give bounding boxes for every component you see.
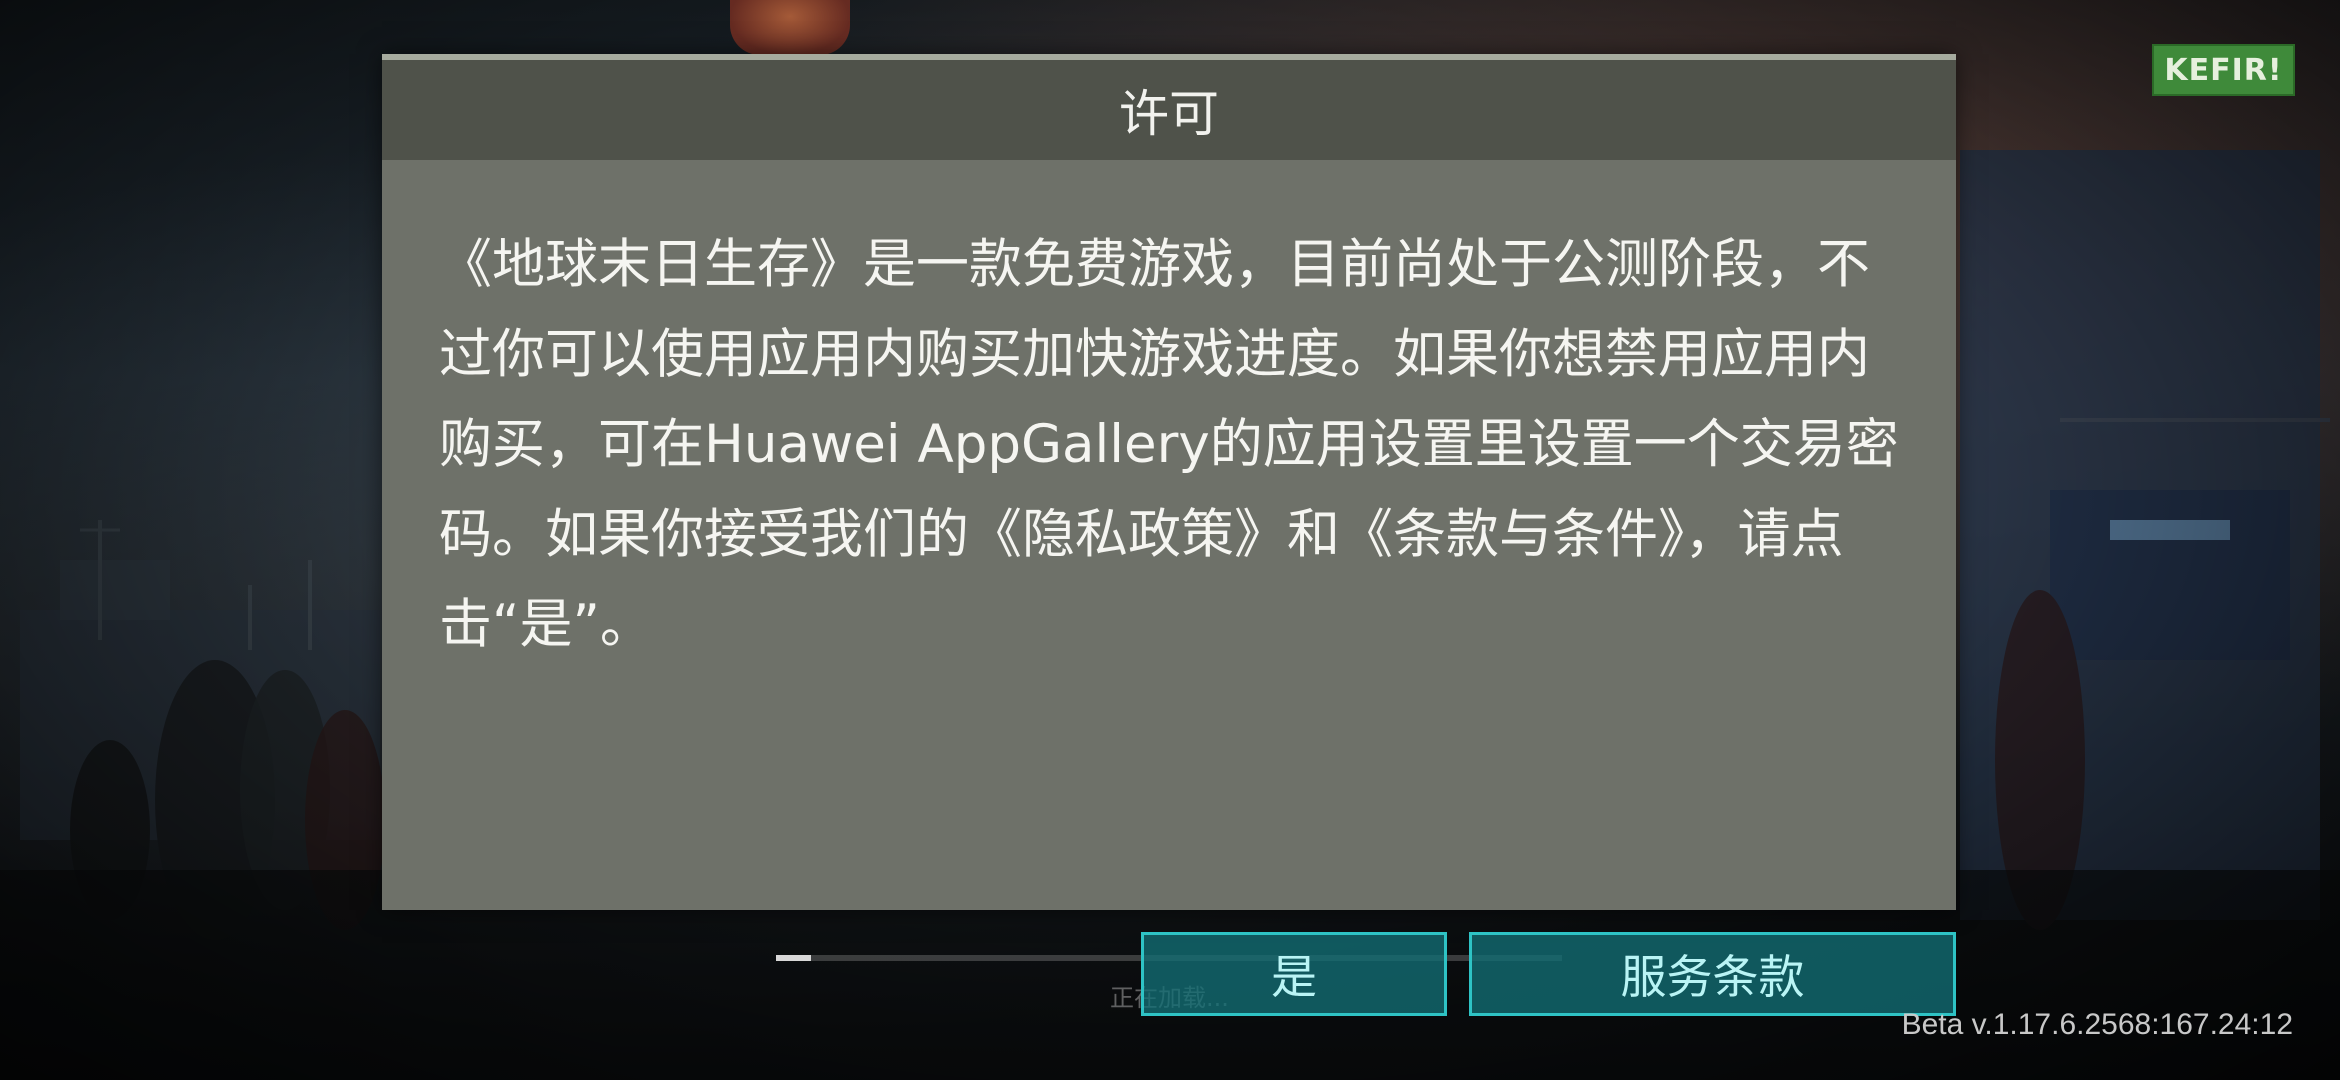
- loading-progress-fill: [776, 955, 812, 961]
- kefir-logo: KEFIR!: [2152, 44, 2295, 96]
- dialog-title: 许可: [1119, 85, 1219, 143]
- dialog-header: 许可: [382, 60, 1956, 160]
- game-screen: KEFIR! 许可 《地球末日生存》是一款免费游戏，目前尚处于公测阶段，不过你可…: [0, 0, 2340, 1080]
- version-label: Beta v.1.17.6.2568:167.24:12: [1901, 1008, 2293, 1041]
- permission-dialog: 许可 《地球末日生存》是一款免费游戏，目前尚处于公测阶段，不过你可以使用应用内购…: [382, 54, 1956, 910]
- terms-of-service-button[interactable]: 服务条款: [1469, 932, 1956, 1016]
- neon-sign: [730, 0, 850, 55]
- dialog-body-text: 《地球末日生存》是一款免费游戏，目前尚处于公测阶段，不过你可以使用应用内购买加快…: [439, 234, 1899, 655]
- yes-button[interactable]: 是: [1141, 932, 1447, 1016]
